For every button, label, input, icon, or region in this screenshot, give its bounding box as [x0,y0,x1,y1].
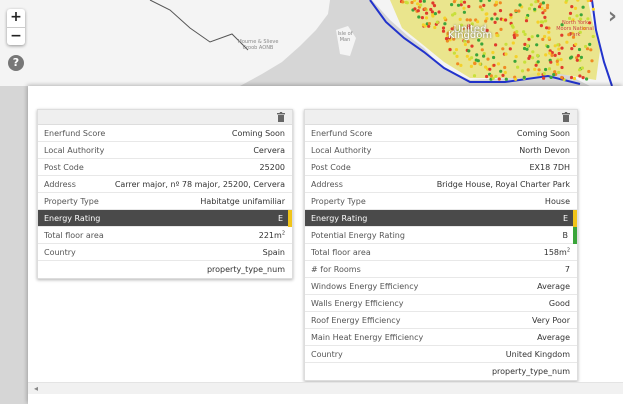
comparison-panel: Enerfund Score Coming Soon Local Authorit… [28,86,623,404]
map-label-united-kingdom: United Kingdom [447,24,493,41]
row-energy-rating: Energy Rating E [38,210,292,227]
horizontal-scrollbar[interactable]: ◂ [28,382,623,394]
row-country: Country United Kingdom [305,346,577,363]
rating-color-bar [573,227,577,244]
row-post-code: Post Code 25200 [38,159,292,176]
row-walls-efficiency: Walls Energy Efficiency Good [305,295,577,312]
zoom-out-button[interactable]: − [7,27,25,45]
rating-color-bar [573,210,577,227]
card-rows: Enerfund Score Coming Soon Local Authorit… [38,125,292,278]
rating-color-bar [288,210,292,227]
chevron-right-icon[interactable]: › [608,6,617,28]
trash-icon[interactable] [562,112,570,122]
row-post-code: Post Code EX18 7DH [305,159,577,176]
row-total-floor-area: Total floor area 221m2 [38,227,292,244]
row-local-authority: Local Authority Cervera [38,142,292,159]
property-card-2: Enerfund Score Coming Soon Local Authorit… [304,109,578,381]
row-rooms: # for Rooms 7 [305,261,577,278]
map-label-isle-of-man: Isle of Man [337,31,353,43]
help-button[interactable]: ? [8,55,24,71]
property-card-1: Enerfund Score Coming Soon Local Authorit… [37,109,293,279]
trash-icon[interactable] [277,112,285,122]
card-header [38,110,292,125]
row-enerfund-score: Enerfund Score Coming Soon [305,125,577,142]
scroll-left-icon[interactable]: ◂ [34,383,38,395]
row-total-floor-area: Total floor area 158m2 [305,244,577,261]
zoom-control: + − [7,9,25,45]
row-enerfund-score: Enerfund Score Coming Soon [38,125,292,142]
card-header [305,110,577,125]
row-country: Country Spain [38,244,292,261]
row-windows-efficiency: Windows Energy Efficiency Average [305,278,577,295]
row-roof-efficiency: Roof Energy Efficiency Very Poor [305,312,577,329]
row-address: Address Bridge House, Royal Charter Park [305,176,577,193]
row-property-type: Property Type Habitatge unifamiliar [38,193,292,210]
row-footer: property_type_num [206,265,285,274]
row-footer: property_type_num [491,367,570,376]
map-label-aonb: Mourne & Slieve Croob AONB [237,39,279,51]
zoom-in-button[interactable]: + [7,9,25,27]
row-potential-energy-rating: Potential Energy Rating B [305,227,577,244]
row-main-heat-efficiency: Main Heat Energy Efficiency Average [305,329,577,346]
row-energy-rating: Energy Rating E [305,210,577,227]
row-property-type: Property Type House [305,193,577,210]
card-rows: Enerfund Score Coming Soon Local Authorit… [305,125,577,380]
map-label-national-park: North York Moors National Park [556,20,594,38]
row-address: Address Carrer major, nº 78 major, 25200,… [38,176,292,193]
row-local-authority: Local Authority North Devon [305,142,577,159]
